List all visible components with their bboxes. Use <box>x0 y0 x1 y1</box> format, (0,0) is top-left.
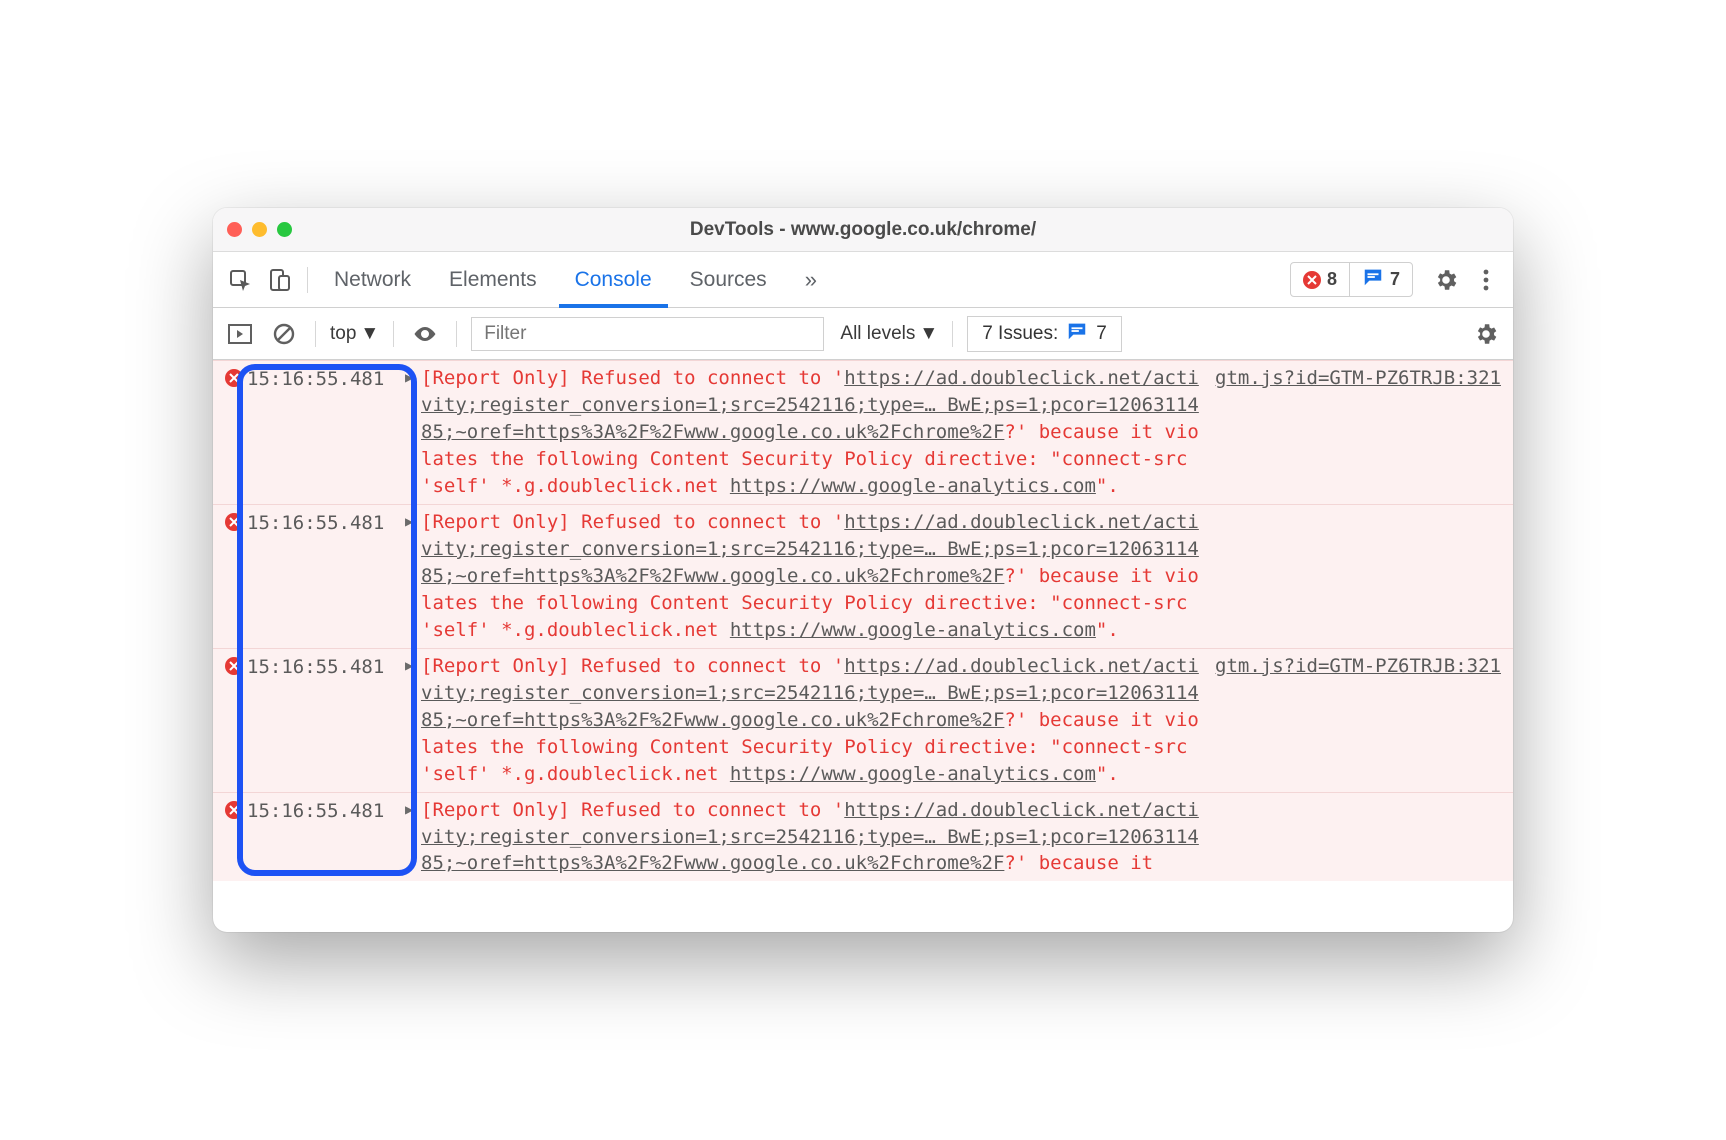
message-text: ". <box>1096 763 1119 785</box>
tab-elements[interactable]: Elements <box>433 252 553 307</box>
divider <box>315 321 316 347</box>
timestamp: 15:16:55.481 <box>245 365 405 500</box>
kebab-menu-icon[interactable] <box>1469 268 1503 292</box>
expand-caret-icon[interactable]: ▶ <box>405 509 421 644</box>
error-icon <box>223 797 245 878</box>
console-error-row[interactable]: 15:16:55.481▶[Report Only] Refused to co… <box>213 360 1513 504</box>
minimize-window-button[interactable] <box>252 222 267 237</box>
timestamp: 15:16:55.481 <box>245 797 405 878</box>
toggle-sidebar-icon[interactable] <box>223 324 257 344</box>
console-error-row[interactable]: 15:16:55.481▶[Report Only] Refused to co… <box>213 792 1513 882</box>
divider <box>393 321 394 347</box>
divider <box>456 321 457 347</box>
filter-input[interactable] <box>471 317 824 351</box>
tab-network[interactable]: Network <box>318 252 427 307</box>
settings-gear-icon[interactable] <box>1429 267 1463 293</box>
error-icon <box>1303 271 1321 289</box>
error-icon <box>223 653 245 788</box>
expand-caret-icon[interactable]: ▶ <box>405 653 421 788</box>
zoom-window-button[interactable] <box>277 222 292 237</box>
log-levels-label: All levels <box>840 323 915 345</box>
url-link[interactable]: https://www.google-analytics.com <box>730 619 1096 641</box>
chevron-down-icon: ▼ <box>360 323 379 345</box>
live-expression-icon[interactable] <box>408 325 442 343</box>
title-bar: DevTools - www.google.co.uk/chrome/ <box>213 208 1513 252</box>
source-link[interactable]: gtm.js?id=GTM-PZ6TRJB:321 <box>1215 365 1501 392</box>
message-text: [Report Only] Refused to connect to ' <box>421 511 844 533</box>
error-icon <box>223 509 245 644</box>
main-tabbar: NetworkElementsConsoleSources » 8 7 <box>213 252 1513 308</box>
issues-button[interactable]: 7 Issues: 7 <box>967 316 1122 352</box>
message-text: [Report Only] Refused to connect to ' <box>421 799 844 821</box>
status-badges[interactable]: 8 7 <box>1290 262 1413 297</box>
device-toolbar-icon[interactable] <box>263 268 297 292</box>
inspect-element-icon[interactable] <box>223 268 257 292</box>
clear-console-icon[interactable] <box>267 323 301 345</box>
divider <box>952 321 953 347</box>
timestamp: 15:16:55.481 <box>245 653 405 788</box>
console-error-row[interactable]: 15:16:55.481▶[Report Only] Refused to co… <box>213 504 1513 648</box>
error-message: [Report Only] Refused to connect to 'htt… <box>421 797 1507 878</box>
source-link[interactable]: gtm.js?id=GTM-PZ6TRJB:321 <box>1215 653 1501 680</box>
message-count: 7 <box>1390 269 1400 290</box>
close-window-button[interactable] <box>227 222 242 237</box>
message-text: [Report Only] Refused to connect to ' <box>421 655 844 677</box>
error-icon <box>223 365 245 500</box>
console-toolbar: top ▼ All levels ▼ 7 Issues: 7 <box>213 308 1513 360</box>
devtools-window: DevTools - www.google.co.uk/chrome/ Netw… <box>213 208 1513 932</box>
more-tabs-button[interactable]: » <box>789 252 833 307</box>
divider <box>307 267 308 293</box>
context-selector[interactable]: top ▼ <box>330 323 379 345</box>
issues-count: 7 <box>1096 323 1107 345</box>
log-levels-selector[interactable]: All levels ▼ <box>840 323 938 345</box>
message-text: [Report Only] Refused to connect to ' <box>421 367 844 389</box>
console-error-row[interactable]: 15:16:55.481▶[Report Only] Refused to co… <box>213 648 1513 792</box>
chevron-down-icon: ▼ <box>919 323 938 345</box>
context-selector-label: top <box>330 323 356 345</box>
expand-caret-icon[interactable]: ▶ <box>405 797 421 878</box>
expand-caret-icon[interactable]: ▶ <box>405 365 421 500</box>
timestamp: 15:16:55.481 <box>245 509 405 644</box>
url-link[interactable]: https://www.google-analytics.com <box>730 475 1096 497</box>
console-output: 15:16:55.481▶[Report Only] Refused to co… <box>213 360 1513 932</box>
message-icon <box>1066 320 1088 348</box>
console-settings-gear-icon[interactable] <box>1469 321 1503 347</box>
traffic-lights <box>227 222 292 237</box>
message-text: ". <box>1096 475 1119 497</box>
error-count-badge[interactable]: 8 <box>1291 263 1349 296</box>
message-text: ?' because it <box>1004 852 1153 874</box>
tab-sources[interactable]: Sources <box>674 252 783 307</box>
error-count: 8 <box>1327 269 1337 290</box>
message-text: ". <box>1096 619 1119 641</box>
tab-console[interactable]: Console <box>559 252 668 307</box>
error-message: [Report Only] Refused to connect to ' htt… <box>421 509 1507 644</box>
message-count-badge[interactable]: 7 <box>1349 263 1412 296</box>
message-icon <box>1362 266 1384 293</box>
url-link[interactable]: https://www.google-analytics.com <box>730 763 1096 785</box>
window-title: DevTools - www.google.co.uk/chrome/ <box>213 219 1513 241</box>
issues-label: 7 Issues: <box>982 323 1058 345</box>
